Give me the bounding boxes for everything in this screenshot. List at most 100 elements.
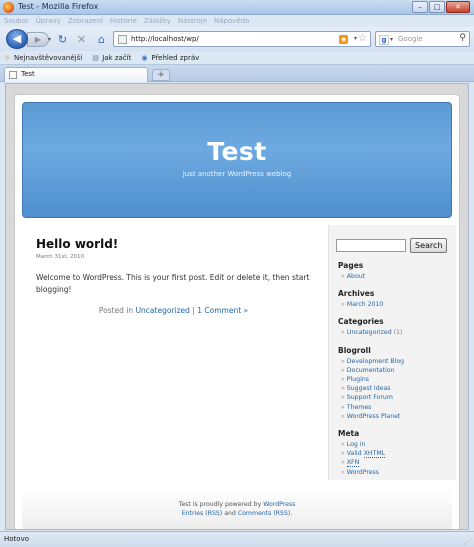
url-dropdown-icon[interactable]: ▾ [354, 35, 357, 42]
url-text[interactable]: http://localhost/wp/ [131, 35, 199, 43]
link-label[interactable]: Support Forum [347, 394, 393, 401]
sidebar: Search Pages » About Archives » March 2010… [328, 225, 456, 480]
widget-heading: Archives [338, 289, 375, 299]
category-count: (1) [393, 329, 403, 337]
blogroll-link[interactable]: » Development Blog [338, 357, 456, 366]
bookmark-getting-started[interactable]: ▤ Jak začít [92, 51, 131, 64]
blogroll-link[interactable]: » Support Forum [338, 393, 456, 402]
link-label[interactable]: WordPress Planet [347, 413, 401, 420]
link-label[interactable]: About [347, 273, 365, 280]
window-titlebar: Test - Mozilla Firefox – □ ✕ [0, 0, 474, 15]
menu-help[interactable]: Nápověda [214, 15, 249, 27]
menu-bookmarks[interactable]: Záložky [144, 15, 171, 27]
search-bar[interactable]: g ▾ Google ⚲ [375, 31, 470, 47]
back-button[interactable]: ◀ [6, 29, 28, 49]
link-label[interactable]: Themes [347, 404, 372, 411]
minimize-button[interactable]: – [412, 1, 428, 13]
stop-button[interactable]: ✕ [74, 32, 89, 47]
close-button[interactable]: ✕ [446, 1, 470, 13]
blogroll-link[interactable]: » Documentation [338, 366, 456, 375]
bullet: » [341, 329, 345, 337]
search-icon[interactable]: ⚲ [459, 33, 466, 43]
maximize-button[interactable]: □ [429, 1, 445, 13]
comments-link[interactable]: 1 Comment » [197, 306, 248, 315]
forward-button[interactable]: ▶ [27, 32, 49, 47]
url-bar[interactable]: http://localhost/wp/ ◉ ▾ ☆ [113, 31, 371, 47]
search-button[interactable]: Search [410, 238, 448, 253]
blogroll-widget: Blogroll » Development Blog » Documentatio… [338, 346, 456, 421]
bullet: » [341, 376, 345, 384]
category-link[interactable]: Uncategorized [136, 306, 190, 315]
link-label[interactable]: WordPress [347, 469, 379, 476]
bookmark-most-visited[interactable]: ☼ Nejnavštěvovanější [4, 51, 82, 64]
meta-separator: | [192, 306, 195, 315]
link-label[interactable]: March 2010 [347, 301, 384, 308]
archive-link[interactable]: » March 2010 [338, 300, 456, 309]
search-engine-dropdown-icon[interactable]: ▾ [390, 36, 393, 43]
bookmark-label: Nejnavštěvovanější [14, 53, 83, 62]
post-content: Hello world! March 31st, 2010 Welcome to… [36, 237, 311, 315]
menu-file[interactable]: Soubor [4, 15, 29, 27]
new-tab-button[interactable]: + [152, 69, 170, 81]
tab-label: Test [21, 70, 35, 78]
xhtml-abbr[interactable]: XHTML [363, 450, 386, 459]
post-title[interactable]: Hello world! [36, 237, 311, 251]
link-label[interactable]: Log in [347, 441, 366, 448]
widget-heading: Meta [338, 429, 360, 439]
blog-description: Just another WordPress weblog [182, 170, 292, 178]
post-body: Welcome to WordPress. This is your first… [36, 273, 310, 294]
blogroll-link[interactable]: » WordPress Planet [338, 412, 456, 421]
meta-xfn-link[interactable]: » XFN [338, 458, 456, 468]
bookmark-news-headlines[interactable]: ◉ Přehled zpráv [141, 51, 199, 64]
blogroll-link[interactable]: » Plugins [338, 375, 456, 384]
link-label[interactable]: Plugins [347, 376, 369, 383]
widget-heading: Blogroll [338, 345, 371, 355]
menu-history[interactable]: Historie [110, 15, 137, 27]
post-date: March 31st, 2010 [36, 254, 85, 260]
blog-search-input[interactable] [336, 239, 406, 252]
link-label[interactable]: XFN [346, 459, 360, 468]
page-icon: ▤ [92, 53, 99, 62]
menu-view[interactable]: Zobrazení [68, 15, 103, 27]
rss-feed-icon[interactable]: ◉ [339, 35, 348, 44]
wordpress-page: Test Just another WordPress weblog Hello… [14, 94, 460, 529]
history-dropdown-icon[interactable]: ▾ [48, 36, 51, 43]
window-title: Test - Mozilla Firefox [18, 2, 99, 11]
link-label[interactable]: Valid [347, 450, 364, 457]
meta-wordpress-link[interactable]: » WordPress [338, 468, 456, 477]
footer-wordpress-link[interactable]: WordPress [263, 501, 295, 508]
back-icon: ◀ [12, 32, 22, 45]
posted-in-label: Posted in [98, 306, 134, 315]
menu-edit[interactable]: Úpravy [36, 15, 61, 27]
tab-test[interactable]: Test [4, 67, 148, 82]
link-label[interactable]: Development Blog [347, 358, 404, 365]
bookmark-label: Přehled zpráv [151, 53, 200, 62]
link-label[interactable]: Uncategorized [347, 329, 392, 336]
navigation-toolbar: ▶ ◀ ▾ ↻ ✕ ⌂ http://localhost/wp/ ◉ ▾ ☆ g… [0, 27, 474, 51]
comments-rss-link[interactable]: Comments (RSS) [238, 510, 291, 517]
entries-rss-link[interactable]: Entries (RSS) [182, 510, 223, 517]
resize-grip-icon[interactable]: ⋰ [464, 537, 472, 546]
bookmark-star-icon[interactable]: ☆ [358, 33, 367, 44]
tab-favicon-icon [9, 71, 17, 79]
search-form: Search [336, 238, 456, 253]
search-input[interactable]: Google [398, 35, 423, 43]
meta-login-link[interactable]: » Log in [338, 440, 456, 449]
bullet: » [341, 366, 345, 374]
post-meta: Posted in Uncategorized | 1 Comment » [36, 306, 311, 315]
page-favicon-icon [118, 35, 127, 44]
bullet: » [341, 385, 345, 393]
blogroll-link[interactable]: » Themes [338, 403, 456, 412]
link-label[interactable]: Suggest Ideas [347, 385, 391, 392]
page-link-about[interactable]: » About [338, 272, 456, 281]
menu-tools[interactable]: Nástroje [178, 15, 207, 27]
meta-valid-xhtml-link[interactable]: » Valid XHTML [338, 449, 456, 459]
bullet: » [341, 394, 345, 402]
blogroll-link[interactable]: » Suggest Ideas [338, 384, 456, 393]
reload-button[interactable]: ↻ [55, 32, 70, 47]
blog-title[interactable]: Test [23, 137, 451, 166]
category-item[interactable]: » Uncategorized (1) [338, 328, 456, 337]
home-button[interactable]: ⌂ [94, 32, 109, 47]
link-label[interactable]: Documentation [347, 367, 395, 374]
google-engine-icon[interactable]: g [379, 35, 389, 45]
